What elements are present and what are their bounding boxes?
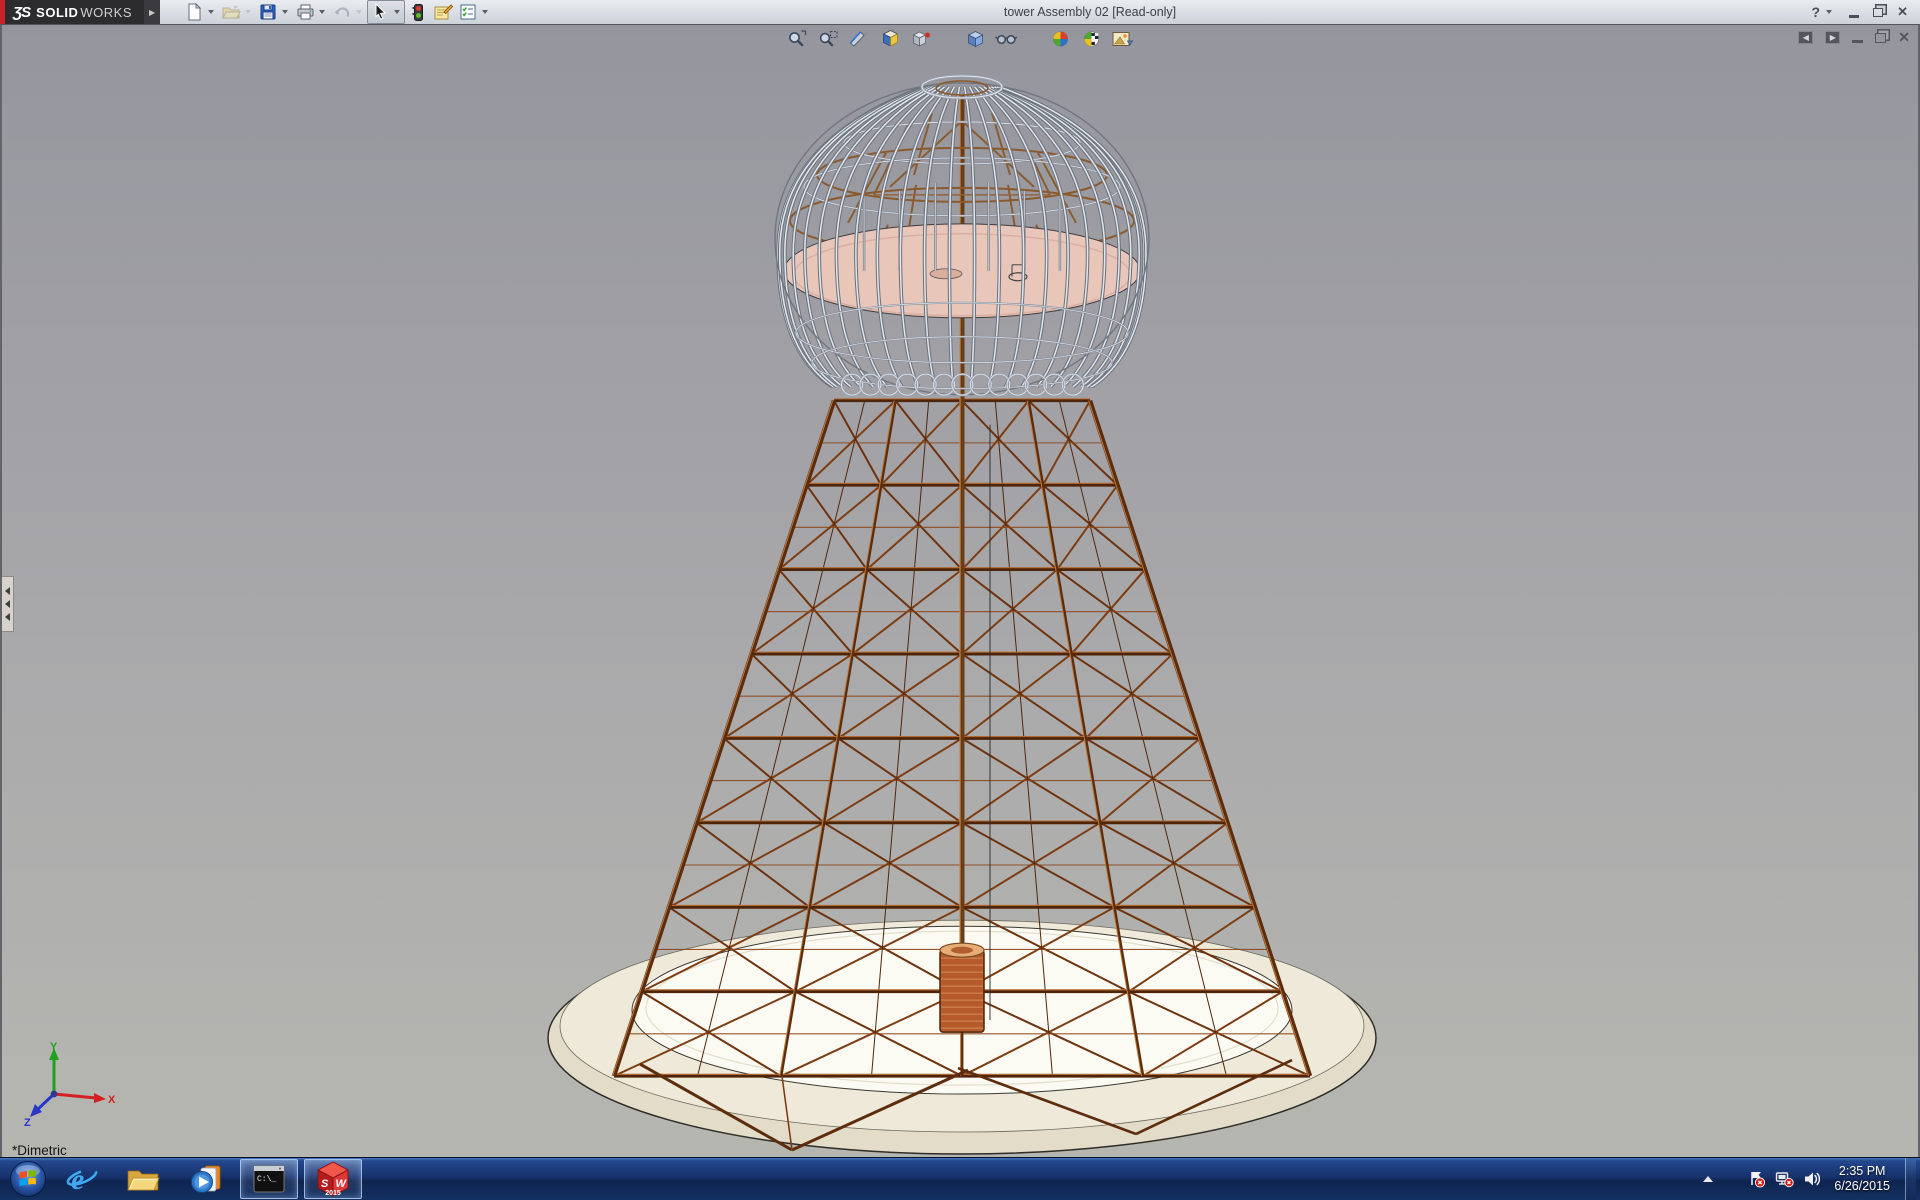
svg-text:e: e xyxy=(71,1163,84,1196)
help-button[interactable]: ? xyxy=(1812,4,1821,20)
new-document-button[interactable] xyxy=(182,1,218,23)
menu-expand-arrow[interactable]: ▶ xyxy=(144,0,160,24)
close-button[interactable]: ✕ xyxy=(1897,4,1908,20)
tower-assembly-model xyxy=(2,25,1918,1158)
section-view-button[interactable] xyxy=(848,27,872,51)
orientation-triad: Y X Z xyxy=(22,1040,118,1126)
start-button[interactable] xyxy=(8,1159,48,1199)
view-settings-button[interactable] xyxy=(1111,27,1135,51)
help-dropdown-caret[interactable] xyxy=(1826,10,1832,14)
save-button[interactable] xyxy=(256,1,292,23)
command-prompt-icon: C:\_ xyxy=(253,1165,285,1193)
collapse-arrow-icon xyxy=(5,613,10,621)
doc-restore-button[interactable] xyxy=(1875,33,1886,43)
titlebar: ƷS SOLID WORKS ▶ xyxy=(0,0,1920,25)
shaded-with-edges-button[interactable] xyxy=(964,27,988,51)
undo-dropdown-caret[interactable] xyxy=(356,10,362,14)
taskbar-windows-explorer[interactable] xyxy=(116,1160,172,1198)
tray-date: 6/26/2015 xyxy=(1834,1179,1890,1194)
collapse-arrow-icon xyxy=(5,600,10,608)
show-desktop-button[interactable] xyxy=(1905,1158,1916,1200)
save-icon xyxy=(257,2,279,22)
network-error-icon[interactable] xyxy=(1775,1170,1794,1188)
triad-z-label: Z xyxy=(24,1117,31,1126)
print-dropdown-caret[interactable] xyxy=(319,10,325,14)
main-toolbar xyxy=(182,0,492,24)
collapse-arrow-icon xyxy=(5,587,10,595)
featuremanager-splitter-tab[interactable] xyxy=(2,576,14,632)
sw-letter-w: W xyxy=(336,1178,348,1190)
tray-time: 2:35 PM xyxy=(1834,1164,1890,1179)
doc-minimize-button[interactable] xyxy=(1852,40,1863,43)
undo-icon xyxy=(331,2,353,22)
taskbar: e C:\_ xyxy=(0,1157,1920,1200)
sw-year: 2015 xyxy=(325,1190,341,1197)
logo-3s-glyph: ƷS xyxy=(13,4,30,21)
apply-scene-button[interactable] xyxy=(1080,27,1104,51)
open-icon xyxy=(220,2,242,22)
new-dropdown-caret[interactable] xyxy=(208,10,214,14)
select-cursor-icon xyxy=(369,2,391,22)
window-controls: ? ✕ xyxy=(1812,4,1920,20)
file-properties-icon xyxy=(432,2,454,22)
headsup-view-toolbar xyxy=(786,27,1135,51)
select-button[interactable] xyxy=(367,0,405,24)
select-dropdown-caret[interactable] xyxy=(394,10,400,14)
zoom-to-area-button[interactable] xyxy=(817,27,841,51)
view-orientation-button[interactable] xyxy=(879,27,903,51)
volume-icon[interactable] xyxy=(1803,1170,1821,1188)
hide-show-items-button[interactable] xyxy=(995,27,1019,51)
file-properties-button[interactable] xyxy=(431,1,455,23)
taskbar-solidworks[interactable]: S W 2015 xyxy=(304,1159,362,1199)
save-dropdown-caret[interactable] xyxy=(282,10,288,14)
triad-y-label: Y xyxy=(50,1041,58,1053)
desktop: ƷS SOLID WORKS ▶ xyxy=(0,0,1920,1200)
document-window-controls: ◀ ▶ ✕ xyxy=(1798,29,1910,46)
solidworks-logo[interactable]: ƷS SOLID WORKS xyxy=(5,0,144,24)
logo-solid: SOLID xyxy=(36,5,78,20)
folder-icon xyxy=(126,1164,162,1194)
rebuild-traffic-light-icon xyxy=(407,2,429,22)
previous-window-icon[interactable]: ◀ xyxy=(1798,31,1813,44)
media-player-icon xyxy=(188,1163,224,1195)
tray-clock[interactable]: 2:35 PM 6/26/2015 xyxy=(1834,1164,1890,1194)
options-dropdown-caret[interactable] xyxy=(482,10,488,14)
next-window-icon[interactable]: ▶ xyxy=(1825,31,1840,44)
new-document-icon xyxy=(183,2,205,22)
rebuild-button[interactable] xyxy=(406,1,430,23)
edit-appearance-button[interactable] xyxy=(1049,27,1073,51)
view-orientation-label: *Dimetric xyxy=(12,1143,67,1158)
triad-x-label: X xyxy=(108,1094,116,1106)
taskbar-command-prompt[interactable]: C:\_ xyxy=(240,1159,298,1199)
open-dropdown-caret[interactable] xyxy=(245,10,251,14)
open-button[interactable] xyxy=(219,1,255,23)
windows-logo-icon xyxy=(9,1160,47,1198)
doc-close-button[interactable]: ✕ xyxy=(1898,29,1910,46)
taskbar-media-player[interactable] xyxy=(178,1160,234,1198)
command-prompt-text: C:\_ xyxy=(257,1175,276,1184)
zoom-to-fit-button[interactable] xyxy=(786,27,810,51)
sw-letter-s: S xyxy=(321,1178,329,1190)
undo-button[interactable] xyxy=(330,1,366,23)
taskbar-internet-explorer[interactable]: e xyxy=(54,1160,110,1198)
minimize-button[interactable] xyxy=(1849,7,1859,18)
options-icon xyxy=(457,2,479,22)
print-button[interactable] xyxy=(293,1,329,23)
solidworks-2015-icon: S W 2015 xyxy=(315,1161,351,1197)
internet-explorer-icon: e xyxy=(64,1162,100,1196)
options-button[interactable] xyxy=(456,1,492,23)
show-hidden-icons-button[interactable] xyxy=(1703,1176,1713,1182)
system-tray: 2:35 PM 6/26/2015 xyxy=(1703,1158,1920,1200)
display-style-button[interactable] xyxy=(910,27,934,51)
print-icon xyxy=(294,2,316,22)
restore-button[interactable] xyxy=(1873,8,1883,17)
logo-works: WORKS xyxy=(80,5,132,20)
action-center-icon[interactable] xyxy=(1748,1170,1766,1188)
model-viewport[interactable]: ◀ ▶ ✕ Y X Z *Dimetric xyxy=(0,24,1920,1158)
